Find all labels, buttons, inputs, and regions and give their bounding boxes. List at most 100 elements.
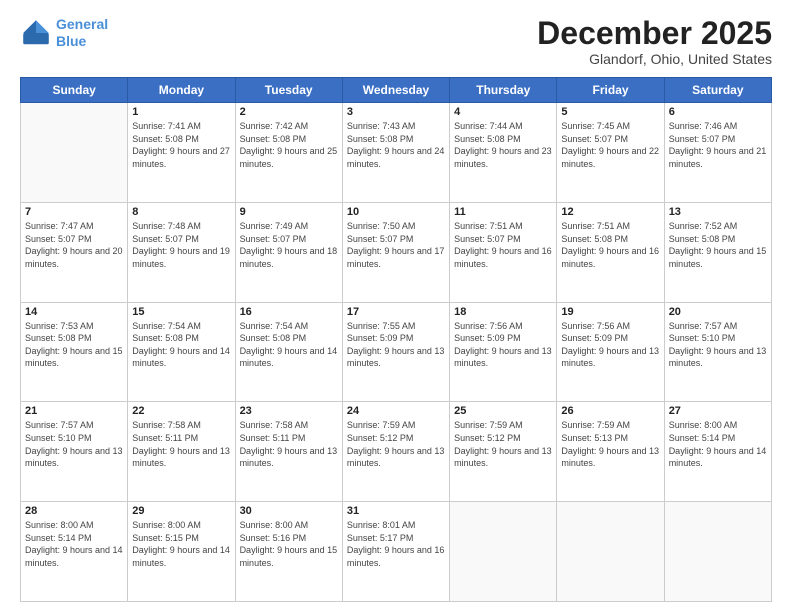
calendar-cell: 15Sunrise: 7:54 AMSunset: 5:08 PMDayligh… <box>128 302 235 402</box>
calendar-cell: 31Sunrise: 8:01 AMSunset: 5:17 PMDayligh… <box>342 502 449 602</box>
sunrise-label: Sunrise: 7:57 AM <box>669 321 738 331</box>
day-info: Sunrise: 8:00 AMSunset: 5:16 PMDaylight:… <box>240 519 338 569</box>
sunset-label: Sunset: 5:10 PM <box>25 433 92 443</box>
daylight-label: Daylight: 9 hours and 14 minutes. <box>240 346 338 369</box>
day-info: Sunrise: 7:46 AMSunset: 5:07 PMDaylight:… <box>669 120 767 170</box>
day-number: 16 <box>240 306 338 318</box>
sunset-label: Sunset: 5:07 PM <box>25 234 92 244</box>
main-title: December 2025 <box>537 16 772 51</box>
day-info: Sunrise: 7:58 AMSunset: 5:11 PMDaylight:… <box>132 419 230 469</box>
sunrise-label: Sunrise: 7:41 AM <box>132 121 201 131</box>
calendar-week-0: 1 Sunrise: 7:41 AMSunset: 5:08 PMDaylight… <box>21 103 772 203</box>
day-number: 17 <box>347 306 445 318</box>
sunrise-label: Sunrise: 7:55 AM <box>347 321 416 331</box>
calendar-cell <box>450 502 557 602</box>
daylight-label: Daylight: 9 hours and 21 minutes. <box>669 146 767 169</box>
day-info: Sunrise: 7:45 AMSunset: 5:07 PMDaylight:… <box>561 120 659 170</box>
calendar-cell <box>21 103 128 203</box>
day-info: Sunrise: 7:54 AMSunset: 5:08 PMDaylight:… <box>132 320 230 370</box>
day-info: Sunrise: 7:41 AMSunset: 5:08 PMDaylight:… <box>132 120 230 170</box>
calendar-week-1: 7 Sunrise: 7:47 AMSunset: 5:07 PMDaylight… <box>21 202 772 302</box>
sunset-label: Sunset: 5:08 PM <box>240 333 307 343</box>
sunrise-label: Sunrise: 7:57 AM <box>25 420 94 430</box>
day-info: Sunrise: 7:55 AMSunset: 5:09 PMDaylight:… <box>347 320 445 370</box>
sunrise-label: Sunrise: 8:01 AM <box>347 520 416 530</box>
day-number: 13 <box>669 206 767 218</box>
title-block: December 2025 Glandorf, Ohio, United Sta… <box>537 16 772 67</box>
calendar-cell: 4Sunrise: 7:44 AMSunset: 5:08 PMDaylight… <box>450 103 557 203</box>
daylight-label: Daylight: 9 hours and 13 minutes. <box>561 446 659 469</box>
sunrise-label: Sunrise: 7:59 AM <box>347 420 416 430</box>
sunset-label: Sunset: 5:15 PM <box>132 533 199 543</box>
daylight-label: Daylight: 9 hours and 14 minutes. <box>132 545 230 568</box>
day-number: 3 <box>347 106 445 118</box>
daylight-label: Daylight: 9 hours and 14 minutes. <box>132 346 230 369</box>
sunset-label: Sunset: 5:14 PM <box>669 433 736 443</box>
calendar-cell: 24Sunrise: 7:59 AMSunset: 5:12 PMDayligh… <box>342 402 449 502</box>
col-saturday: Saturday <box>664 78 771 103</box>
day-number: 2 <box>240 106 338 118</box>
sunrise-label: Sunrise: 7:48 AM <box>132 221 201 231</box>
sunrise-label: Sunrise: 7:59 AM <box>561 420 630 430</box>
sunset-label: Sunset: 5:08 PM <box>132 333 199 343</box>
day-number: 29 <box>132 505 230 517</box>
day-info: Sunrise: 7:47 AMSunset: 5:07 PMDaylight:… <box>25 220 123 270</box>
day-info: Sunrise: 7:43 AMSunset: 5:08 PMDaylight:… <box>347 120 445 170</box>
daylight-label: Daylight: 9 hours and 13 minutes. <box>561 346 659 369</box>
day-info: Sunrise: 8:01 AM Sunset: 5:17 PM Daylight:… <box>347 519 445 569</box>
day-number: 23 <box>240 405 338 417</box>
sunrise-label: Sunrise: 7:50 AM <box>347 221 416 231</box>
daylight-label: Daylight: 9 hours and 16 minutes. <box>347 545 445 568</box>
daylight-label: Daylight: 9 hours and 15 minutes. <box>25 346 123 369</box>
calendar-cell: 20Sunrise: 7:57 AMSunset: 5:10 PMDayligh… <box>664 302 771 402</box>
calendar-week-2: 14 Sunrise: 7:53 AMSunset: 5:08 PMDayligh… <box>21 302 772 402</box>
daylight-label: Daylight: 9 hours and 14 minutes. <box>25 545 123 568</box>
sunrise-label: Sunrise: 7:56 AM <box>454 321 523 331</box>
day-number: 7 <box>25 206 123 218</box>
day-info: Sunrise: 7:52 AMSunset: 5:08 PMDaylight:… <box>669 220 767 270</box>
day-info: Sunrise: 7:59 AMSunset: 5:13 PMDaylight:… <box>561 419 659 469</box>
sunrise-label: Sunrise: 7:51 AM <box>561 221 630 231</box>
sunrise-label: Sunrise: 7:59 AM <box>454 420 523 430</box>
calendar-cell: 7 Sunrise: 7:47 AMSunset: 5:07 PMDaylight… <box>21 202 128 302</box>
day-number: 1 <box>132 106 230 118</box>
daylight-label: Daylight: 9 hours and 14 minutes. <box>669 446 767 469</box>
sunrise-label: Sunrise: 8:00 AM <box>669 420 738 430</box>
day-number: 28 <box>25 505 123 517</box>
col-friday: Friday <box>557 78 664 103</box>
day-number: 5 <box>561 106 659 118</box>
sunrise-label: Sunrise: 7:49 AM <box>240 221 309 231</box>
sunset-label: Sunset: 5:10 PM <box>669 333 736 343</box>
day-number: 18 <box>454 306 552 318</box>
sunset-label: Sunset: 5:14 PM <box>25 533 92 543</box>
day-info: Sunrise: 7:50 AMSunset: 5:07 PMDaylight:… <box>347 220 445 270</box>
day-info: Sunrise: 7:51 AMSunset: 5:08 PMDaylight:… <box>561 220 659 270</box>
sunset-label: Sunset: 5:08 PM <box>669 234 736 244</box>
col-wednesday: Wednesday <box>342 78 449 103</box>
daylight-label: Daylight: 9 hours and 18 minutes. <box>240 246 338 269</box>
sunset-label: Sunset: 5:17 PM <box>347 533 414 543</box>
day-number: 19 <box>561 306 659 318</box>
calendar-cell: 5 Sunrise: 7:45 AMSunset: 5:07 PMDaylight… <box>557 103 664 203</box>
day-number: 21 <box>25 405 123 417</box>
sunset-label: Sunset: 5:11 PM <box>240 433 306 443</box>
calendar-cell: 1 Sunrise: 7:41 AMSunset: 5:08 PMDaylight… <box>128 103 235 203</box>
page: General Blue December 2025 Glandorf, Ohi… <box>0 0 792 612</box>
calendar-cell: 6Sunrise: 7:46 AMSunset: 5:07 PMDaylight… <box>664 103 771 203</box>
sunrise-label: Sunrise: 8:00 AM <box>240 520 309 530</box>
day-info: Sunrise: 7:57 AM Sunset: 5:10 PM Daylight:… <box>669 320 767 370</box>
calendar-cell: 29 Sunrise: 8:00 AMSunset: 5:15 PMDayligh… <box>128 502 235 602</box>
sunset-label: Sunset: 5:07 PM <box>454 234 521 244</box>
daylight-label: Daylight: 9 hours and 13 minutes. <box>132 446 230 469</box>
sunset-label: Sunset: 5:07 PM <box>669 134 736 144</box>
day-number: 14 <box>25 306 123 318</box>
sub-title: Glandorf, Ohio, United States <box>537 51 772 67</box>
sunset-label: Sunset: 5:08 PM <box>561 234 628 244</box>
calendar-cell: 21Sunrise: 7:57 AMSunset: 5:10 PMDayligh… <box>21 402 128 502</box>
day-info: Sunrise: 7:53 AMSunset: 5:08 PMDaylight:… <box>25 320 123 370</box>
day-info: Sunrise: 8:00 AMSunset: 5:15 PMDaylight:… <box>132 519 230 569</box>
daylight-label: Daylight: 9 hours and 20 minutes. <box>25 246 123 269</box>
daylight-label: Daylight: 9 hours and 13 minutes. <box>669 346 767 369</box>
logo: General Blue <box>20 16 108 50</box>
day-info: Sunrise: 8:00 AMSunset: 5:14 PMDaylight:… <box>25 519 123 569</box>
